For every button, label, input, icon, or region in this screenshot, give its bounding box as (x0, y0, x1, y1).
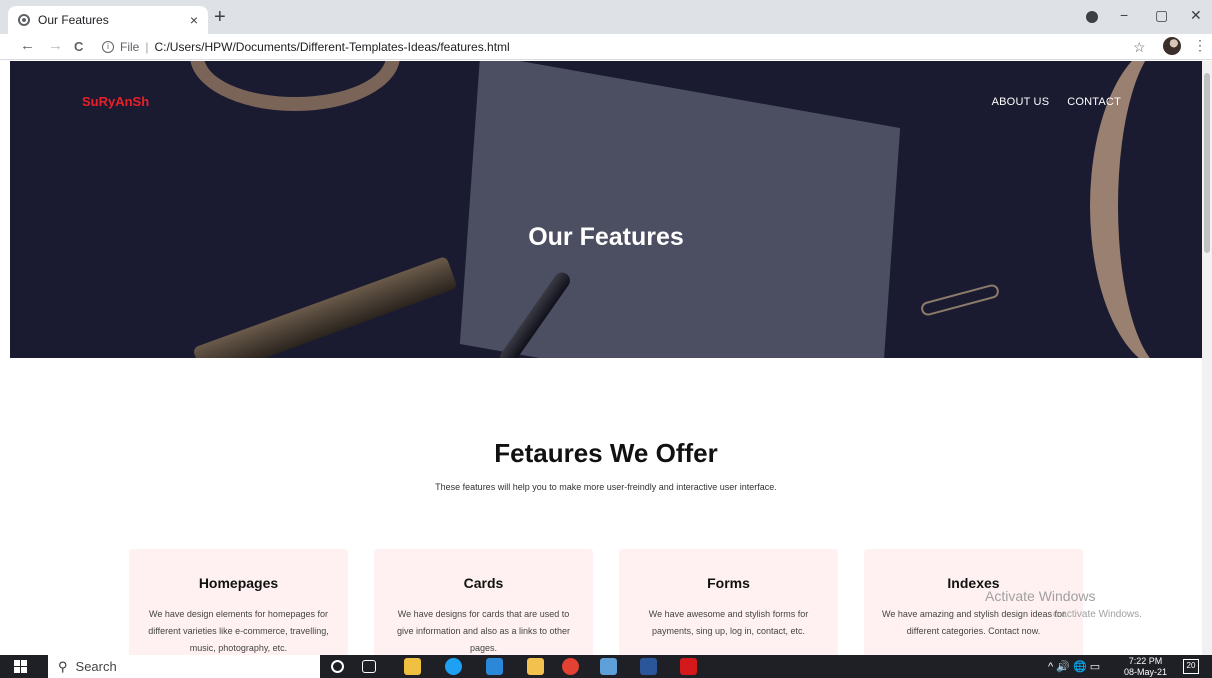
bookmark-star-icon[interactable]: ☆ (1133, 39, 1146, 56)
url-text: C:/Users/HPW/Documents/Different-Templat… (154, 40, 510, 54)
window-close-button[interactable]: ✕ (1190, 7, 1202, 24)
windows-start-icon[interactable] (14, 660, 27, 673)
address-bar: ← → C i File | C:/Users/HPW/Documents/Di… (0, 34, 1212, 60)
card-text: We have designs for cards that are used … (396, 609, 571, 653)
ribbon-decoration (190, 61, 400, 111)
back-button[interactable]: ← (20, 37, 35, 54)
minimize-button[interactable]: − (1120, 7, 1128, 23)
page-viewport: SuRyAnSh ABOUT US CONTACT Our Features F… (10, 61, 1202, 655)
search-icon: ⚲ (58, 658, 68, 674)
globe-icon (18, 14, 30, 26)
forward-button[interactable]: → (48, 37, 63, 54)
cortana-icon[interactable] (331, 660, 344, 673)
browser-tab-strip: Our Features × + − ▢ ✕ (0, 0, 1212, 34)
feature-card-homepages[interactable]: Homepages We have design elements for ho… (129, 549, 348, 655)
taskbar-search[interactable]: ⚲ Search (48, 655, 320, 678)
browser-menu-icon[interactable]: ⋮ (1193, 37, 1207, 54)
page-scrollbar[interactable] (1202, 61, 1212, 655)
edge-icon[interactable] (445, 658, 462, 675)
app-icon[interactable] (600, 658, 617, 675)
reload-button[interactable]: C (74, 39, 83, 54)
features-heading: Fetaures We Offer (494, 438, 718, 468)
browser-tab[interactable]: Our Features × (8, 6, 208, 34)
acrobat-icon[interactable] (680, 658, 697, 675)
tab-title: Our Features (38, 13, 109, 27)
url-scheme-label: File (120, 40, 140, 54)
hero-title: Our Features (528, 223, 684, 251)
url-field[interactable]: i File | C:/Users/HPW/Documents/Differen… (96, 36, 1156, 58)
feature-cards: Homepages We have design elements for ho… (129, 549, 1083, 655)
activate-windows-hint: o activate Windows. (1053, 609, 1142, 620)
pen-decoration (192, 255, 458, 358)
activate-windows-watermark: Activate Windows (985, 588, 1096, 604)
tab-close-icon[interactable]: × (190, 12, 198, 28)
task-view-icon[interactable] (362, 660, 376, 673)
card-title: Homepages (198, 575, 279, 591)
profile-avatar[interactable] (1163, 37, 1181, 55)
features-subtitle: These features will help you to make mor… (435, 482, 777, 492)
extension-icon[interactable] (1086, 11, 1098, 23)
info-icon[interactable]: i (102, 41, 114, 53)
brand-logo[interactable]: SuRyAnSh (82, 94, 149, 109)
word-icon[interactable] (640, 658, 657, 675)
taskbar-search-placeholder: Search (75, 659, 117, 674)
system-tray-icons[interactable]: ^ 🔊 🌐 ▭ (1048, 660, 1100, 673)
feature-card-forms[interactable]: Forms We have awesome and stylish forms … (619, 549, 838, 655)
hero-banner: SuRyAnSh ABOUT US CONTACT Our Features (10, 61, 1202, 358)
clock-time: 7:22 PM (1128, 656, 1163, 666)
paper-decoration (459, 61, 901, 358)
notification-center-icon[interactable]: 20 (1183, 659, 1199, 674)
card-title: Cards (463, 575, 504, 591)
maximize-button[interactable]: ▢ (1155, 7, 1168, 24)
scrollbar-thumb[interactable] (1204, 73, 1210, 253)
url-separator: | (145, 40, 149, 54)
store-icon[interactable] (404, 658, 421, 675)
new-tab-button[interactable]: + (214, 6, 226, 28)
card-text: We have awesome and stylish forms for pa… (648, 609, 809, 636)
mail-icon[interactable] (486, 658, 503, 675)
nav-contact[interactable]: CONTACT (1067, 96, 1121, 108)
file-explorer-icon[interactable] (527, 658, 544, 675)
top-nav: ABOUT US CONTACT (992, 96, 1121, 108)
card-text: We have design elements for homepages fo… (148, 609, 329, 653)
safety-pin-decoration (919, 282, 1001, 318)
chrome-icon[interactable] (562, 658, 579, 675)
clock-date: 08-May-21 (1124, 667, 1168, 677)
card-text: We have amazing and stylish design ideas… (882, 609, 1065, 636)
windows-taskbar: ⚲ Search ^ 🔊 🌐 ▭ 7:22 PM 08-May-21 20 (0, 655, 1212, 678)
taskbar-clock[interactable]: 7:22 PM 08-May-21 (1124, 656, 1167, 678)
card-title: Forms (707, 575, 750, 591)
feature-card-cards[interactable]: Cards We have designs for cards that are… (374, 549, 593, 655)
nav-about-us[interactable]: ABOUT US (992, 96, 1050, 108)
